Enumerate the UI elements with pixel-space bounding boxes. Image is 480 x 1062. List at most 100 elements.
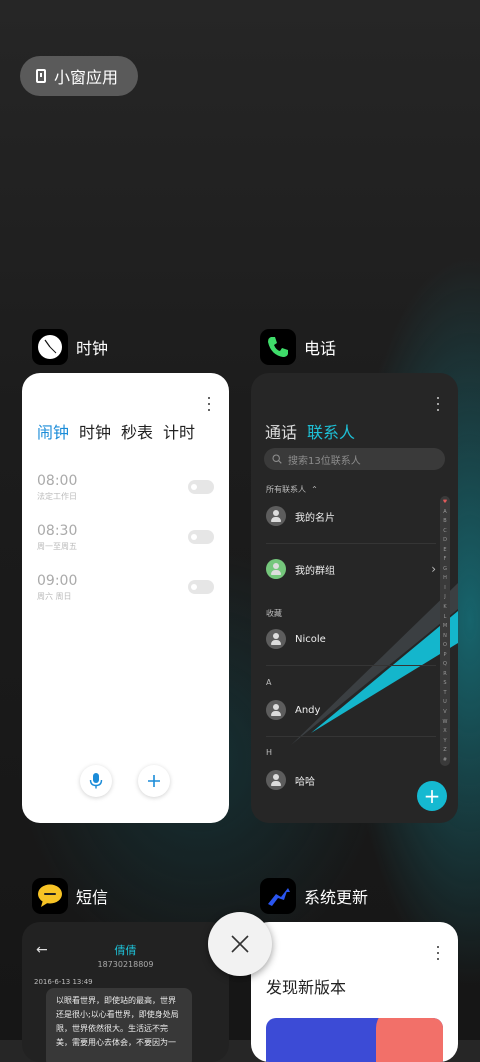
- messages-app-header[interactable]: 短信: [32, 878, 108, 914]
- message-bubble[interactable]: 以眼看世界，即使站的最高，世界还是很小;以心看世界，即使身处局限，世界依然很大。…: [46, 988, 192, 1062]
- voice-alarm-button[interactable]: [80, 765, 112, 797]
- section-h: H: [266, 748, 273, 757]
- alphabet-index-scrollbar[interactable]: ♥ A B C D E F G H I J K L M N O P Q R S T U V W X Y Z #: [440, 496, 450, 766]
- conversation-contact-number: 18730218809: [97, 960, 154, 969]
- alphabet-index-letter[interactable]: T: [443, 690, 446, 696]
- alphabet-index-letter[interactable]: K: [443, 604, 446, 610]
- contact-name: Nicole: [295, 633, 326, 645]
- tab-clock[interactable]: 时钟: [79, 419, 111, 443]
- search-icon: [272, 454, 282, 464]
- messages-app-icon: [32, 878, 68, 914]
- alphabet-index-letter[interactable]: E: [443, 547, 446, 553]
- avatar: [266, 629, 286, 649]
- update-banner-image: [266, 1018, 443, 1062]
- tab-stopwatch[interactable]: 秒表: [121, 419, 153, 443]
- all-contacts-label: 所有联系人: [266, 485, 306, 494]
- tab-calls[interactable]: 通话: [265, 419, 297, 443]
- alphabet-index-letter[interactable]: G: [443, 566, 447, 572]
- alphabet-index-letter[interactable]: W: [443, 719, 448, 725]
- phone-app-name: 电话: [304, 339, 337, 358]
- chevron-right-icon: ›: [431, 562, 436, 576]
- alphabet-index-letter[interactable]: L: [444, 614, 447, 620]
- contact-name: Andy: [295, 704, 321, 716]
- floating-window-button[interactable]: 小窗应用: [20, 56, 138, 96]
- search-placeholder: 搜索13位联系人: [288, 455, 361, 467]
- update-more-icon[interactable]: [436, 946, 440, 960]
- alphabet-index-letter[interactable]: S: [443, 680, 446, 686]
- divider: [266, 665, 436, 666]
- system-update-app-card[interactable]: 发现新版本: [251, 922, 458, 1062]
- alarm-item[interactable]: 08:30 周一至周五: [37, 523, 214, 552]
- contact-name: 我的名片: [295, 512, 335, 524]
- alphabet-index-letter[interactable]: #: [443, 757, 447, 763]
- floating-window-label: 小窗应用: [54, 68, 119, 87]
- alphabet-index-letter[interactable]: D: [443, 537, 447, 543]
- avatar: [266, 506, 286, 526]
- alphabet-index-letter[interactable]: N: [443, 633, 447, 639]
- alphabet-index-letter[interactable]: V: [443, 709, 446, 715]
- avatar: [266, 770, 286, 790]
- alarm-toggle[interactable]: [188, 530, 214, 544]
- alphabet-index-letter[interactable]: F: [444, 556, 447, 562]
- microphone-icon: [89, 773, 103, 789]
- messages-app-card[interactable]: ← 倩倩 18730218809 2016-6-13 13:49 以眼看世界，即…: [22, 922, 229, 1062]
- phone-app-icon: [260, 329, 296, 365]
- alphabet-index-letter[interactable]: J: [444, 594, 445, 600]
- alarm-toggle[interactable]: [188, 480, 214, 494]
- alphabet-index-letter[interactable]: Y: [443, 738, 446, 744]
- alphabet-index-letter[interactable]: A: [443, 509, 446, 515]
- alphabet-index-letter[interactable]: R: [443, 671, 446, 677]
- divider: [266, 543, 436, 544]
- alphabet-index-letter[interactable]: X: [443, 728, 446, 734]
- add-contact-button[interactable]: +: [417, 781, 447, 811]
- alarm-item[interactable]: 09:00 周六 周日: [37, 573, 214, 602]
- conversation-contact-name: 倩倩: [114, 944, 137, 957]
- clear-all-button[interactable]: [208, 912, 272, 976]
- tab-alarm[interactable]: 闹钟: [37, 419, 69, 443]
- phone-tabs: 通话 联系人: [265, 419, 355, 443]
- alphabet-index-letter[interactable]: C: [443, 528, 447, 534]
- system-update-app-header[interactable]: 系统更新: [260, 878, 368, 914]
- phone-more-icon[interactable]: [436, 397, 440, 411]
- plus-icon: +: [423, 784, 441, 808]
- messages-app-name: 短信: [76, 888, 109, 907]
- clock-app-icon: [32, 329, 68, 365]
- contact-nicole[interactable]: Nicole: [266, 627, 436, 651]
- contact-haha[interactable]: 哈哈: [266, 768, 436, 792]
- add-alarm-button[interactable]: [138, 765, 170, 797]
- alphabet-index-letter[interactable]: H: [443, 575, 447, 581]
- clock-app-card[interactable]: 闹钟 时钟 秒表 计时 08:00 法定工作日 08:30 周一至周五 09:0…: [22, 373, 229, 823]
- phone-app-header[interactable]: 电话: [260, 329, 336, 365]
- clock-app-header[interactable]: 时钟: [32, 329, 108, 365]
- contact-my-card[interactable]: 我的名片: [266, 504, 436, 528]
- contact-name: 哈哈: [295, 776, 315, 788]
- clock-more-icon[interactable]: [207, 397, 211, 411]
- tab-contacts[interactable]: 联系人: [307, 419, 355, 443]
- alphabet-index-letter[interactable]: I: [444, 585, 445, 591]
- alphabet-index-letter[interactable]: U: [443, 699, 447, 705]
- clock-tabs: 闹钟 时钟 秒表 计时: [37, 419, 195, 443]
- group-avatar: [266, 559, 286, 579]
- alphabet-index-letter[interactable]: B: [443, 518, 446, 524]
- alphabet-index-letter[interactable]: P: [443, 652, 446, 658]
- tab-timer[interactable]: 计时: [163, 419, 195, 443]
- clock-app-name: 时钟: [76, 339, 109, 358]
- alphabet-index-letter[interactable]: Z: [443, 747, 446, 753]
- close-icon: [231, 935, 249, 953]
- alarm-toggle[interactable]: [188, 580, 214, 594]
- update-title: 发现新版本: [266, 978, 347, 997]
- alphabet-index-letter[interactable]: O: [443, 642, 447, 648]
- message-timestamp: 2016-6-13 13:49: [34, 978, 93, 986]
- all-contacts-filter[interactable]: 所有联系人 ⌃: [266, 484, 318, 495]
- contact-search-input[interactable]: 搜索13位联系人: [264, 448, 445, 470]
- contact-andy[interactable]: Andy: [266, 698, 436, 722]
- alarm-repeat: 法定工作日: [37, 492, 77, 501]
- phone-app-card[interactable]: 通话 联系人 搜索13位联系人 所有联系人 ⌃ 我的名片 我的群组 › 收藏 N…: [251, 373, 458, 823]
- avatar: [266, 700, 286, 720]
- alphabet-index-letter[interactable]: Q: [443, 661, 447, 667]
- contact-my-groups[interactable]: 我的群组 ›: [266, 557, 436, 581]
- alphabet-index-letter[interactable]: M: [443, 623, 447, 629]
- alphabet-index-letter[interactable]: ♥: [443, 499, 447, 505]
- alarm-item[interactable]: 08:00 法定工作日: [37, 473, 214, 502]
- alarm-repeat: 周一至周五: [37, 542, 77, 551]
